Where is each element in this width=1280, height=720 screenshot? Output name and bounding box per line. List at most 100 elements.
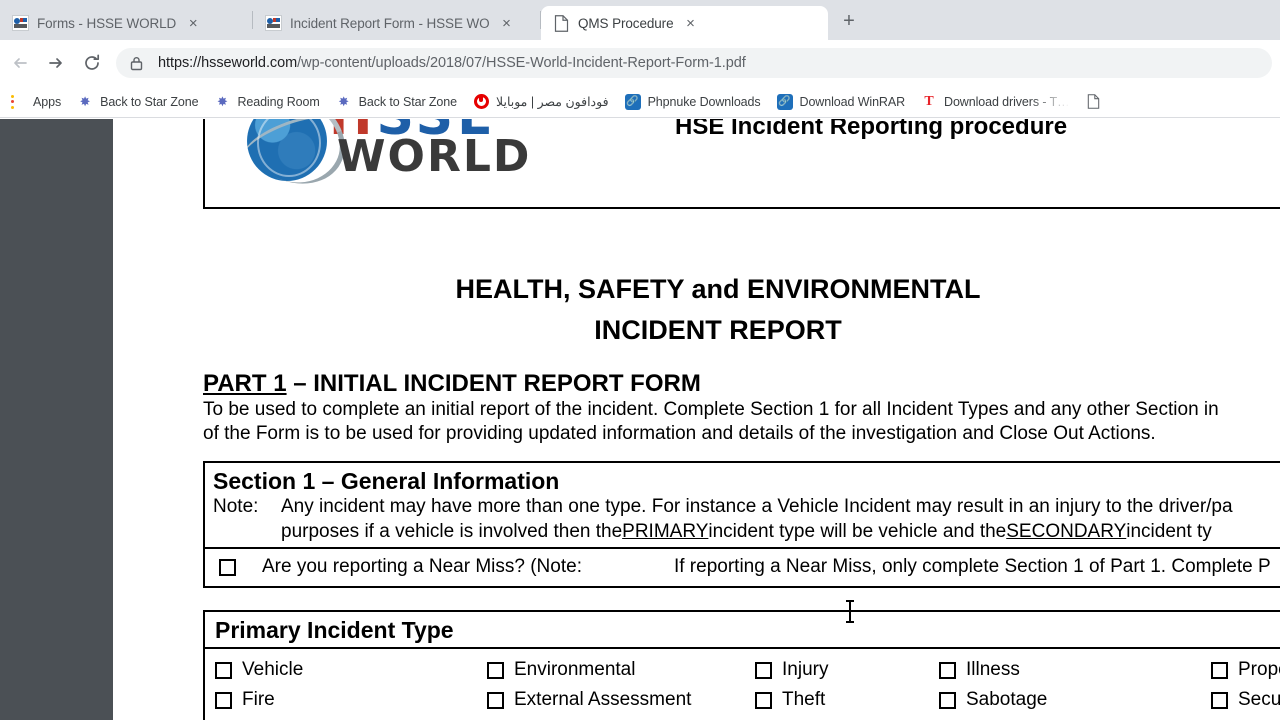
star-burst-icon: ✸ [77,94,93,110]
incident-type-row: Fire External Assessment Theft Sabotage … [215,685,1280,715]
option-label: Secur [1238,689,1280,711]
part1-heading-underlined: PART 1 [203,370,287,397]
checkbox[interactable] [755,662,772,679]
primary-underlined: PRIMARY [622,520,708,544]
checkbox-option-property[interactable]: Prope [1211,659,1280,681]
bookmark-document[interactable] [1078,90,1110,114]
checkbox-option-theft[interactable]: Theft [755,689,939,711]
checkbox-option-injury[interactable]: Injury [755,659,939,681]
checkbox[interactable] [1211,662,1228,679]
hsse-world-logo: HSSE WORLD [229,119,519,189]
checkbox[interactable] [487,692,504,709]
bookmark-vodafone-egypt[interactable]: فودافون مصر | موبايلا [465,90,617,114]
browser-window: Forms - HSSE WORLD × Incident Report For… [0,0,1280,720]
url-text: https://hsseworld.com/wp-content/uploads… [158,55,746,71]
part1-body-line2: of the Form is to be used for providing … [203,422,1280,446]
vodafone-icon [473,94,489,110]
other-describe-row[interactable]: Other (describe): [755,715,1280,720]
option-label: Vehicle [242,659,303,681]
checkbox[interactable] [1211,692,1228,709]
near-miss-note: If reporting a Near Miss, only complete … [674,555,1271,580]
pdf-viewer[interactable]: HSSE WORLD EXAMPLE FORM HSSE WORLD HSE I… [0,119,1280,720]
bookmark-phpnuke-downloads[interactable]: 🔗 Phpnuke Downloads [617,90,769,114]
pdf-page: HSSE WORLD EXAMPLE FORM HSSE WORLD HSE I… [113,119,1280,720]
bookmarks-bar: Apps ✸ Back to Star Zone ✸ Reading Room … [0,86,1280,118]
url-host: https://hsseworld.com [158,55,297,71]
reload-button[interactable] [74,45,110,81]
checkbox-option-environmental[interactable]: Environmental [487,659,755,681]
part1-body-line1: To be used to complete an initial report… [203,398,1280,422]
lock-icon [130,56,146,71]
near-miss-checkbox[interactable] [219,559,236,576]
letter-t-icon: T [921,94,937,110]
near-miss-question: Are you reporting a Near Miss? (Note: [262,555,582,580]
tab-qms-procedure[interactable]: QMS Procedure × [541,6,828,40]
option-label: Sabotage [966,689,1047,711]
section1-box: Section 1 – General Information Note: An… [203,461,1280,588]
text-cursor [849,602,851,621]
checkbox[interactable] [215,692,232,709]
bookmark-label: Download WinRAR [800,95,905,109]
option-label: Illness [966,659,1020,681]
bookmark-download-drivers[interactable]: T Download drivers - T… [913,90,1078,114]
procedure-title: HSE Incident Reporting procedure [675,119,1067,141]
tab-close-button[interactable]: × [184,14,202,32]
address-bar[interactable]: https://hsseworld.com/wp-content/uploads… [116,48,1272,78]
checkbox[interactable] [939,662,956,679]
note-text-a: purposes if a vehicle is involved then t… [281,520,622,544]
option-label: Theft [782,689,825,711]
section1-note-line1: Note: Any incident may have more than on… [213,495,1280,519]
tab-close-button[interactable]: × [682,14,700,32]
document-content: HSSE WORLD EXAMPLE FORM HSSE WORLD HSE I… [203,119,1280,720]
checkbox-option-fire[interactable]: Fire [215,689,487,711]
option-label: External Assessment [514,689,691,711]
bookmark-label: Apps [33,95,61,109]
browser-toolbar: https://hsseworld.com/wp-content/uploads… [0,40,1280,86]
section1-heading: Section 1 – General Information [213,467,1280,496]
star-burst-icon: ✸ [336,94,352,110]
tab-forms-hsse-world[interactable]: Forms - HSSE WORLD × [0,6,252,40]
tab-title: Incident Report Form - HSSE WO [290,16,490,31]
incident-type-grid: Vehicle Environmental Injury Illness Pro… [215,649,1280,720]
near-miss-row: Are you reporting a Near Miss? (Note: If… [213,549,1280,586]
tab-incident-report-form[interactable]: Incident Report Form - HSSE WO × [253,6,540,40]
checkbox-option-sabotage[interactable]: Sabotage [939,689,1211,711]
checkbox-option-vehicle[interactable]: Vehicle [215,659,487,681]
document-icon [1086,94,1102,110]
bookmark-reading-room[interactable]: ✸ Reading Room [206,90,327,114]
checkbox[interactable] [487,662,504,679]
logo-world-text: WORLD [337,131,531,182]
checkbox-option-security[interactable]: Secur [1211,689,1280,711]
bookmark-label: Download drivers - T… [944,95,1070,109]
option-label: Injury [782,659,828,681]
tab-title: Forms - HSSE WORLD [37,16,176,31]
option-label: Prope [1238,659,1280,681]
apps-grid-icon [10,94,26,110]
checkbox[interactable] [939,692,956,709]
tab-strip: Forms - HSSE WORLD × Incident Report For… [0,0,1280,40]
tab-title: QMS Procedure [578,16,674,31]
bookmark-apps[interactable]: Apps [2,90,69,114]
new-tab-button[interactable]: + [832,4,866,38]
checkbox[interactable] [215,662,232,679]
checkbox[interactable] [755,692,772,709]
link-chain-icon: 🔗 [777,94,793,110]
note-text-c: incident type will be vehicle and the [708,520,1006,544]
part1-heading: PART 1 – INITIAL INCIDENT REPORT FORM [203,370,1280,398]
report-title-line1: HEALTH, SAFETY and ENVIRONMENTAL [455,274,980,304]
back-button[interactable] [2,45,38,81]
document-header-box: HSSE WORLD EXAMPLE FORM HSSE WORLD HSE I… [203,119,1280,209]
forward-button[interactable] [38,45,74,81]
report-title-line2: INCIDENT REPORT [203,310,1233,351]
option-label: Environmental [514,659,635,681]
bookmark-download-winrar[interactable]: 🔗 Download WinRAR [769,90,913,114]
bookmark-back-to-star-zone-1[interactable]: ✸ Back to Star Zone [69,90,206,114]
tab-close-button[interactable]: × [498,14,516,32]
primary-incident-type-box: Primary Incident Type Vehicle Environmen… [203,610,1280,720]
primary-incident-type-heading: Primary Incident Type [215,616,1280,646]
option-label: Fire [242,689,275,711]
bookmark-back-to-star-zone-2[interactable]: ✸ Back to Star Zone [328,90,465,114]
checkbox-option-illness[interactable]: Illness [939,659,1211,681]
checkbox-option-external-assessment[interactable]: External Assessment [487,689,755,711]
bookmark-label: Back to Star Zone [359,95,457,109]
